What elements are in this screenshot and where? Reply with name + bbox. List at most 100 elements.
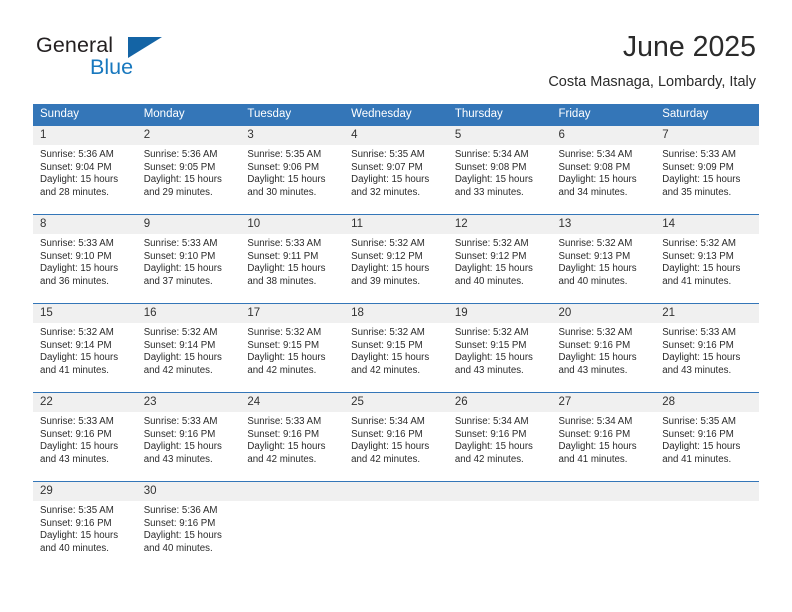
sunrise-text: Sunrise: 5:32 AM — [351, 327, 425, 338]
calendar-day-cell[interactable]: 8 Sunrise: 5:33 AM Sunset: 9:10 PM Daylight… — [33, 214, 137, 304]
sunrise-text: Sunrise: 5:32 AM — [454, 238, 529, 249]
calendar-day-cell[interactable]: 3 Sunrise: 5:35 AM Sunset: 9:06 PM Daylight… — [240, 125, 345, 215]
calendar-day-cell-empty — [344, 481, 448, 570]
day-number: 9 — [136, 215, 241, 234]
day-number: 26 — [447, 393, 552, 412]
brand-logo: General Blue — [36, 33, 216, 85]
sunset-text: Sunset: 9:16 PM — [558, 339, 631, 351]
calendar-day-cell[interactable]: 24 Sunrise: 5:33 AM Sunset: 9:16 PM Dayligh… — [240, 392, 345, 482]
calendar-day-cell[interactable]: 10 Sunrise: 5:33 AM Sunset: 9:11 PM Dayligh… — [240, 214, 345, 304]
calendar-day-cell-empty — [240, 481, 345, 570]
calendar-day-cell[interactable]: 7 Sunrise: 5:33 AM Sunset: 9:09 PM Daylight… — [655, 125, 759, 215]
day-number: 24 — [240, 393, 345, 412]
sunset-text: Sunset: 9:16 PM — [662, 428, 734, 440]
calendar-day-cell[interactable]: 29 Sunrise: 5:35 AM Sunset: 9:16 PM Dayligh… — [33, 481, 137, 570]
sunset-text: Sunset: 9:16 PM — [143, 428, 216, 440]
day-details: Sunrise: 5:32 AM Sunset: 9:14 PM Daylight:… — [137, 323, 241, 377]
location-subtitle: Costa Masnaga, Lombardy, Italy — [548, 74, 756, 90]
day-number: 10 — [240, 215, 345, 234]
calendar-day-cell[interactable]: 23 Sunrise: 5:33 AM Sunset: 9:16 PM Dayligh… — [136, 392, 241, 482]
daylight-text: Daylight: 15 hours and 40 minutes. — [558, 263, 637, 287]
sunrise-text: Sunrise: 5:34 AM — [558, 416, 633, 427]
daylight-text: Daylight: 15 hours and 42 minutes. — [247, 441, 326, 465]
calendar-body: 1 Sunrise: 5:36 AM Sunset: 9:04 PM Daylight… — [33, 125, 759, 570]
day-details: Sunrise: 5:32 AM Sunset: 9:13 PM Daylight:… — [552, 234, 656, 288]
calendar-day-cell[interactable]: 22 Sunrise: 5:33 AM Sunset: 9:16 PM Dayligh… — [33, 392, 137, 482]
sunset-text: Sunset: 9:16 PM — [40, 428, 112, 440]
day-details: Sunrise: 5:33 AM Sunset: 9:16 PM Daylight:… — [137, 412, 241, 466]
day-number: 21 — [655, 304, 759, 323]
calendar-day-cell[interactable]: 19 Sunrise: 5:32 AM Sunset: 9:15 PM Dayligh… — [447, 303, 552, 393]
day-number — [655, 482, 759, 501]
day-details: Sunrise: 5:35 AM Sunset: 9:16 PM Daylight:… — [33, 501, 137, 555]
day-details: Sunrise: 5:36 AM Sunset: 9:05 PM Daylight:… — [137, 145, 241, 199]
sunrise-text: Sunrise: 5:33 AM — [143, 238, 218, 249]
calendar-day-cell-empty — [551, 481, 656, 570]
sunrise-text: Sunrise: 5:36 AM — [143, 149, 218, 160]
calendar-day-cell[interactable]: 25 Sunrise: 5:34 AM Sunset: 9:16 PM Dayligh… — [344, 392, 448, 482]
day-number: 8 — [33, 215, 137, 234]
day-details: Sunrise: 5:36 AM Sunset: 9:16 PM Daylight:… — [137, 501, 241, 555]
day-number: 13 — [551, 215, 656, 234]
day-details: Sunrise: 5:33 AM Sunset: 9:16 PM Daylight:… — [33, 412, 137, 466]
day-number: 6 — [551, 126, 656, 145]
sunset-text: Sunset: 9:04 PM — [40, 161, 112, 173]
calendar-day-cell[interactable]: 16 Sunrise: 5:32 AM Sunset: 9:14 PM Dayligh… — [136, 303, 241, 393]
calendar-day-cell[interactable]: 5 Sunrise: 5:34 AM Sunset: 9:08 PM Daylight… — [447, 125, 552, 215]
calendar-week-row: 8 Sunrise: 5:33 AM Sunset: 9:10 PM Daylight… — [33, 214, 759, 304]
day-details: Sunrise: 5:34 AM Sunset: 9:08 PM Daylight:… — [448, 145, 552, 199]
daylight-text: Daylight: 15 hours and 36 minutes. — [40, 263, 119, 287]
daylight-text: Daylight: 15 hours and 41 minutes. — [40, 352, 119, 376]
sunset-text: Sunset: 9:10 PM — [143, 250, 216, 262]
calendar-day-cell[interactable]: 20 Sunrise: 5:32 AM Sunset: 9:16 PM Dayligh… — [551, 303, 656, 393]
sunset-text: Sunset: 9:07 PM — [351, 161, 423, 173]
day-details: Sunrise: 5:35 AM Sunset: 9:16 PM Daylight:… — [655, 412, 759, 466]
daylight-text: Daylight: 15 hours and 34 minutes. — [558, 174, 637, 198]
calendar-day-cell[interactable]: 13 Sunrise: 5:32 AM Sunset: 9:13 PM Dayligh… — [551, 214, 656, 304]
calendar-day-cell[interactable]: 4 Sunrise: 5:35 AM Sunset: 9:07 PM Daylight… — [344, 125, 448, 215]
daylight-text: Daylight: 15 hours and 42 minutes. — [351, 441, 430, 465]
calendar-day-cell[interactable]: 28 Sunrise: 5:35 AM Sunset: 9:16 PM Dayligh… — [655, 392, 759, 482]
sunrise-text: Sunrise: 5:32 AM — [558, 238, 633, 249]
daylight-text: Daylight: 15 hours and 37 minutes. — [143, 263, 222, 287]
calendar-day-cell[interactable]: 9 Sunrise: 5:33 AM Sunset: 9:10 PM Daylight… — [136, 214, 241, 304]
day-details: Sunrise: 5:32 AM Sunset: 9:16 PM Daylight:… — [552, 323, 656, 377]
sunrise-text: Sunrise: 5:33 AM — [247, 238, 322, 249]
sunset-text: Sunset: 9:12 PM — [351, 250, 423, 262]
day-details: Sunrise: 5:32 AM Sunset: 9:12 PM Daylight:… — [448, 234, 552, 288]
calendar-day-cell[interactable]: 14 Sunrise: 5:32 AM Sunset: 9:13 PM Dayligh… — [655, 214, 759, 304]
calendar-day-cell[interactable]: 15 Sunrise: 5:32 AM Sunset: 9:14 PM Dayligh… — [33, 303, 137, 393]
calendar-day-cell[interactable]: 1 Sunrise: 5:36 AM Sunset: 9:04 PM Daylight… — [33, 125, 137, 215]
day-number: 25 — [344, 393, 448, 412]
day-details: Sunrise: 5:33 AM Sunset: 9:09 PM Daylight:… — [655, 145, 759, 199]
sunrise-text: Sunrise: 5:33 AM — [662, 327, 736, 338]
calendar-day-cell[interactable]: 18 Sunrise: 5:32 AM Sunset: 9:15 PM Dayligh… — [344, 303, 448, 393]
sunrise-text: Sunrise: 5:34 AM — [454, 416, 529, 427]
calendar-day-cell[interactable]: 11 Sunrise: 5:32 AM Sunset: 9:12 PM Dayligh… — [344, 214, 448, 304]
sunrise-text: Sunrise: 5:32 AM — [558, 327, 633, 338]
day-details: Sunrise: 5:36 AM Sunset: 9:04 PM Daylight:… — [33, 145, 137, 199]
month-calendar: Sunday Monday Tuesday Wednesday Thursday… — [33, 104, 759, 570]
calendar-day-cell[interactable]: 17 Sunrise: 5:32 AM Sunset: 9:15 PM Dayligh… — [240, 303, 345, 393]
calendar-day-cell[interactable]: 21 Sunrise: 5:33 AM Sunset: 9:16 PM Dayligh… — [655, 303, 759, 393]
brand-name-blue: Blue — [90, 55, 134, 79]
day-number: 1 — [33, 126, 137, 145]
sunset-text: Sunset: 9:13 PM — [662, 250, 734, 262]
daylight-text: Daylight: 15 hours and 43 minutes. — [143, 441, 222, 465]
calendar-day-cell[interactable]: 2 Sunrise: 5:36 AM Sunset: 9:05 PM Daylight… — [136, 125, 241, 215]
sunset-text: Sunset: 9:06 PM — [247, 161, 320, 173]
sunset-text: Sunset: 9:12 PM — [454, 250, 527, 262]
calendar-day-cell[interactable]: 26 Sunrise: 5:34 AM Sunset: 9:16 PM Dayligh… — [447, 392, 552, 482]
day-number: 27 — [551, 393, 656, 412]
day-details: Sunrise: 5:35 AM Sunset: 9:06 PM Daylight:… — [240, 145, 344, 199]
calendar-day-cell[interactable]: 6 Sunrise: 5:34 AM Sunset: 9:08 PM Daylight… — [551, 125, 656, 215]
weekday-header-thursday: Thursday — [447, 104, 552, 126]
sunset-text: Sunset: 9:15 PM — [247, 339, 320, 351]
day-details: Sunrise: 5:32 AM Sunset: 9:15 PM Daylight:… — [344, 323, 448, 377]
day-details: Sunrise: 5:34 AM Sunset: 9:08 PM Daylight:… — [552, 145, 656, 199]
daylight-text: Daylight: 15 hours and 32 minutes. — [351, 174, 430, 198]
calendar-day-cell[interactable]: 30 Sunrise: 5:36 AM Sunset: 9:16 PM Dayligh… — [136, 481, 241, 570]
calendar-day-cell[interactable]: 27 Sunrise: 5:34 AM Sunset: 9:16 PM Dayligh… — [551, 392, 656, 482]
calendar-day-cell[interactable]: 12 Sunrise: 5:32 AM Sunset: 9:12 PM Dayligh… — [447, 214, 552, 304]
sunset-text: Sunset: 9:16 PM — [143, 517, 216, 529]
